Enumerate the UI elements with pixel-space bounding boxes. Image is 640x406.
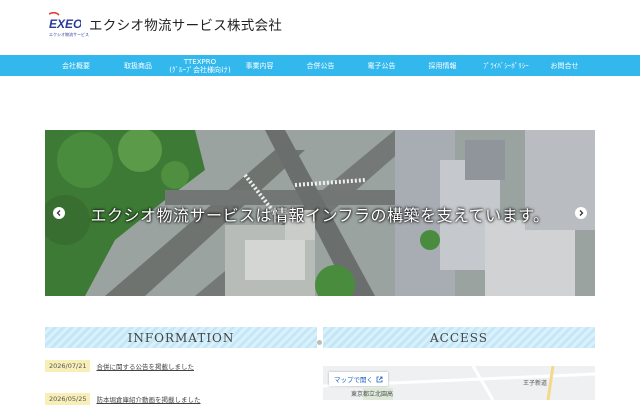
nav-label: 事業内容 [245,61,274,70]
nav-sublabel: (ｸﾞﾙｰﾌﾟ会社様向け) [169,65,231,74]
nav-label: ﾌﾟﾗｲﾊﾞｼｰﾎﾟﾘｼｰ [483,61,529,70]
hero-slider[interactable]: エクシオ物流サービスは情報インフラの構築を支えています。 [45,130,595,296]
external-link-icon [376,376,383,382]
open-map-button[interactable]: マップで開く [329,372,388,386]
logo-subtext: エクシオ物流サービス [49,32,89,37]
nav-label: 合併公告 [306,61,335,70]
nav-ttexpro[interactable]: TTEXPRO (ｸﾞﾙｰﾌﾟ会社様向け) [169,55,231,76]
logo-text: EXEO [49,17,81,31]
nav-label: 取扱商品 [124,61,152,70]
nav-label: TTEXPRO [183,57,217,66]
nav-products[interactable]: 取扱商品 [107,55,169,76]
nav-privacy-policy[interactable]: ﾌﾟﾗｲﾊﾞｼｰﾎﾟﾘｼｰ [475,55,537,76]
news-item[interactable]: 2026/05/25 防本堀倉庫紹介動画を掲載しました [45,392,317,406]
nav-recruit[interactable]: 採用情報 [410,55,475,76]
news-title-link[interactable]: 合併に関する公告を掲載しました [96,361,194,371]
nav-business[interactable]: 事業内容 [231,55,288,76]
chevron-left-icon [56,210,61,216]
news-date: 2026/07/21 [45,360,91,372]
news-title-link[interactable]: 防本堀倉庫紹介動画を掲載しました [96,394,200,404]
slider-prev-button[interactable] [53,207,65,219]
access-heading: ACCESS [323,327,595,348]
main-nav: 会社概要 取扱商品 TTEXPRO (ｸﾞﾙｰﾌﾟ会社様向け) 事業内容 合併公告… [0,55,640,76]
exeo-logo[interactable]: EXEO [48,11,83,32]
information-heading: INFORMATION [45,327,317,348]
company-name: エクシオ物流サービス株式会社 [89,18,283,34]
nav-label: 電子公告 [367,61,396,70]
nav-merger-notice[interactable]: 合併公告 [288,55,353,76]
divider-dot [317,340,322,345]
site-header: EXEO エクシオ物流サービス エクシオ物流サービス株式会社 [0,0,640,55]
nav-electronic-notice[interactable]: 電子公告 [353,55,410,76]
nav-label: 採用情報 [428,61,457,70]
nav-label: お問合せ [550,61,579,70]
news-item[interactable]: 2026/07/21 合併に関する公告を掲載しました [45,359,317,373]
news-date: 2026/05/25 [45,393,91,405]
chevron-right-icon [579,210,584,216]
nav-company-overview[interactable]: 会社概要 [45,55,107,76]
nav-label: 会社概要 [62,61,90,70]
slider-next-button[interactable] [575,207,587,219]
map-label: 王子新道 [523,380,548,387]
map-label: 東京都立北園高 [351,391,394,398]
access-map[interactable]: マップで開く 東京都立北園高 王子新道 [323,366,595,400]
hero-caption: エクシオ物流サービスは情報インフラの構築を支えています。 [90,206,550,225]
open-map-label: マップで開く [334,376,373,384]
nav-contact[interactable]: お問合せ [537,55,592,76]
